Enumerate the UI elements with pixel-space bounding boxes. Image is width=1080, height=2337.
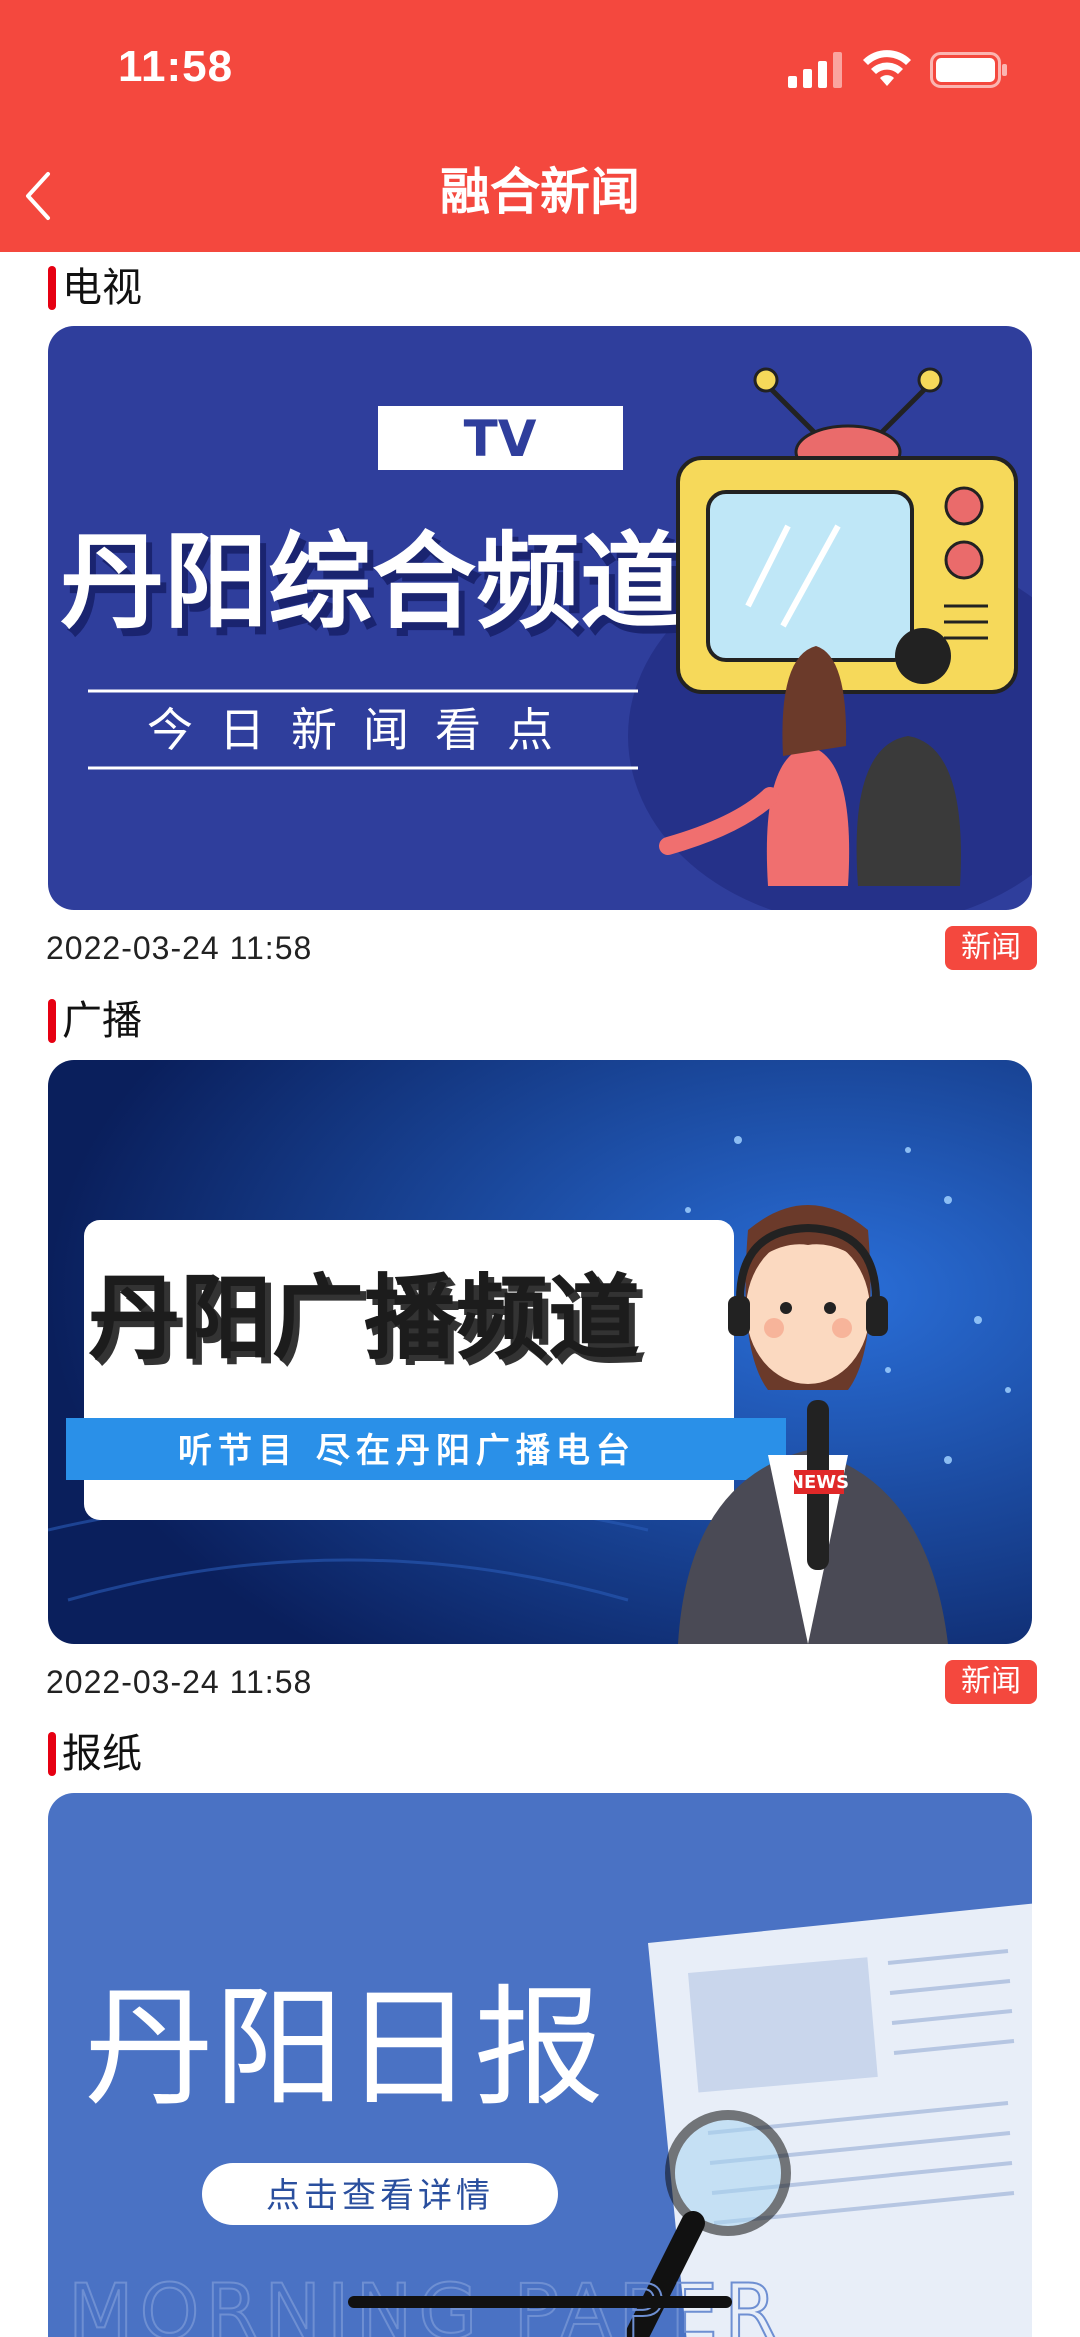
- section-title-label: 广播: [62, 998, 142, 1044]
- post-date: 2022-03-24 11:58: [46, 1664, 313, 1700]
- section-title-tv: 电视: [48, 262, 142, 314]
- section-accent-bar: [48, 266, 56, 310]
- section-title-label: 报纸: [62, 1731, 142, 1777]
- signal-icon: [788, 52, 842, 88]
- mic-label: NEWS: [789, 1472, 849, 1493]
- tv-subline: 今日新闻看点: [147, 703, 579, 757]
- newspaper-banner-card[interactable]: 丹阳日报 点击查看详情 MORNING PAPER: [48, 1793, 1032, 2337]
- category-tag: 新闻: [945, 926, 1037, 970]
- section-title-radio: 广播: [48, 995, 142, 1047]
- wifi-icon: [863, 50, 911, 86]
- home-indicator[interactable]: [348, 2296, 732, 2308]
- section-title-newspaper: 报纸: [48, 1728, 142, 1780]
- radio-headline: 丹阳广播频道: [88, 1265, 640, 1372]
- newspaper-headline: 丹阳日报: [84, 1972, 604, 2124]
- tv-headline: 丹阳综合频道: [60, 521, 684, 643]
- view-details-button[interactable]: 点击查看详情: [266, 2176, 494, 2216]
- app-header: 11:58 融合新闻: [0, 0, 1080, 252]
- radio-banner-card[interactable]: 丹阳广播频道 丹阳广播频道 听节目 尽在丹阳广播电台 NEWS: [48, 1060, 1032, 1644]
- radio-banner-image: 丹阳广播频道 丹阳广播频道 听节目 尽在丹阳广播电台 NEWS: [48, 1060, 1032, 1644]
- battery-icon: [930, 52, 1007, 88]
- section-title-label: 电视: [62, 265, 142, 311]
- category-tag: 新闻: [945, 1660, 1037, 1704]
- radio-subline: 听节目 尽在丹阳广播电台: [178, 1431, 636, 1471]
- status-time: 11:58: [118, 42, 234, 91]
- section-accent-bar: [48, 999, 56, 1043]
- newspaper-banner-image: 丹阳日报 点击查看详情 MORNING PAPER: [48, 1793, 1032, 2337]
- tv-banner-image: TV 丹阳综合频道 丹阳综合频道 今日新闻看点: [48, 326, 1032, 910]
- post-date: 2022-03-24 11:58: [46, 930, 313, 966]
- tv-banner-card[interactable]: TV 丹阳综合频道 丹阳综合频道 今日新闻看点: [48, 326, 1032, 910]
- page-title: 融合新闻: [440, 163, 640, 221]
- section-accent-bar: [48, 1732, 56, 1776]
- tv-badge-text: TV: [464, 410, 537, 468]
